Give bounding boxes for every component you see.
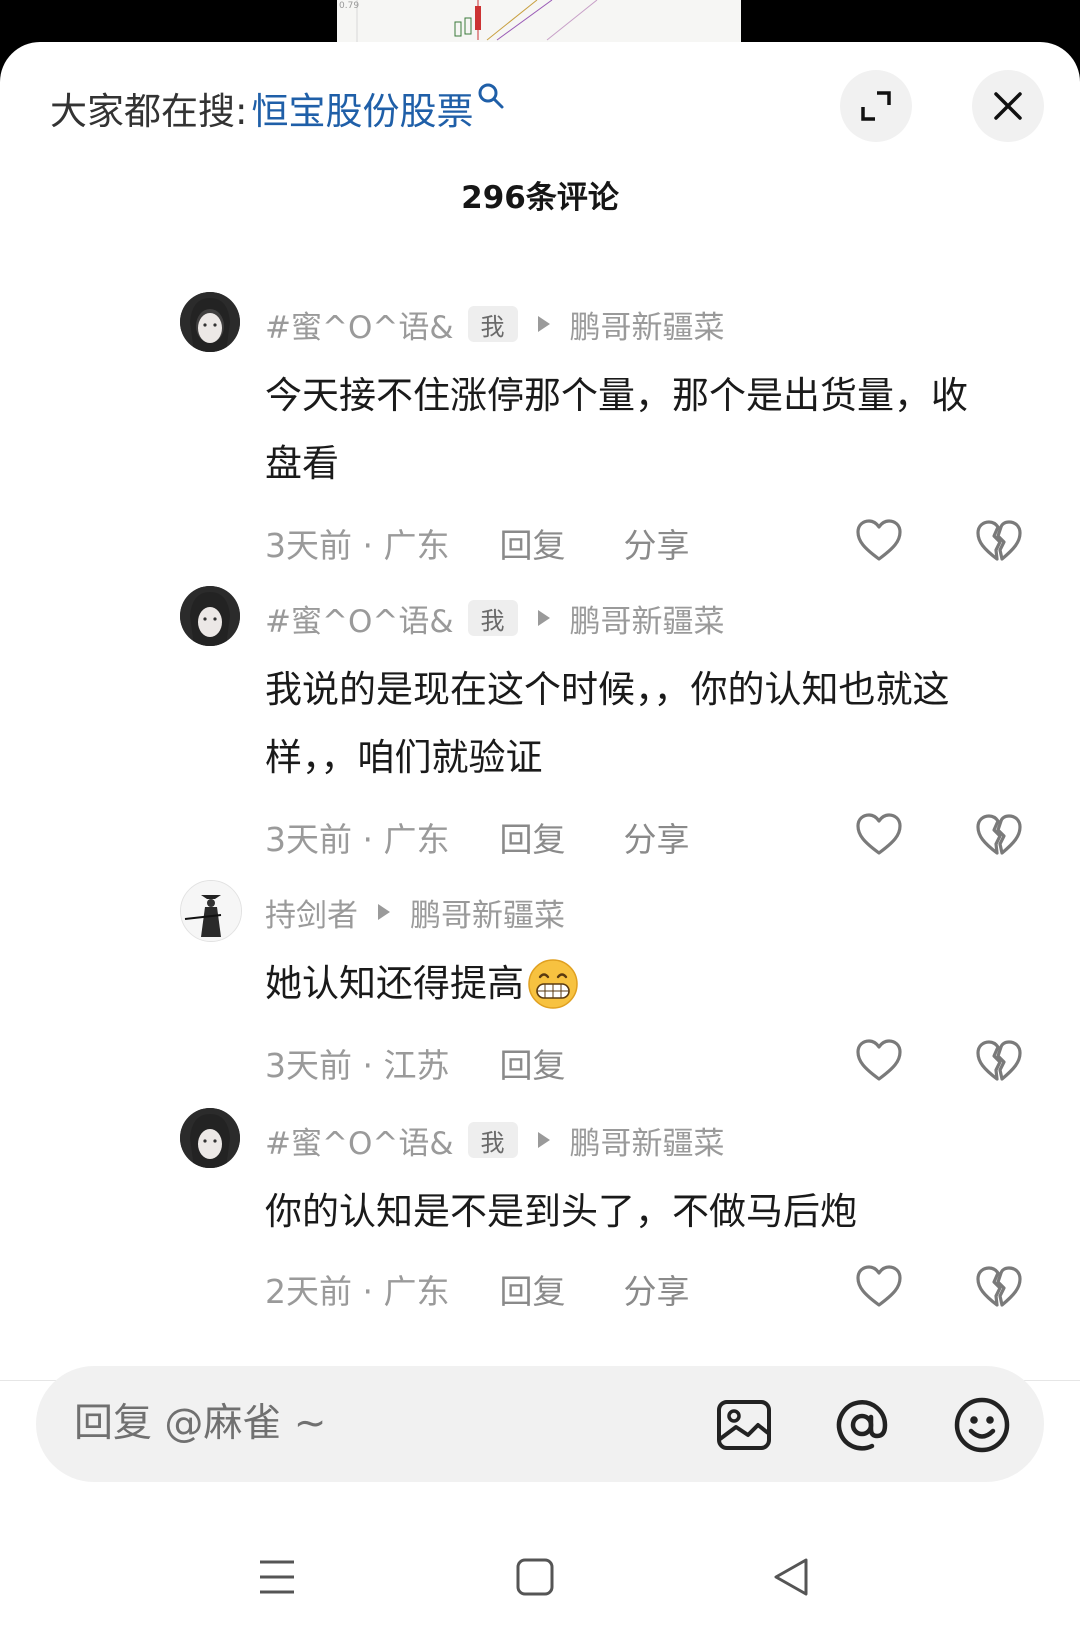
comment-actions: 3天前 · 江苏 回复 [265, 1038, 565, 1088]
broken-heart-icon [976, 520, 1022, 561]
reply-button[interactable]: 回复 [499, 1039, 565, 1087]
emoji-button[interactable] [952, 1395, 1012, 1455]
comment-text: 你的认知是不是到头了，不做马后炮 [265, 1178, 1035, 1246]
comment-actions: 3天前 · 广东 回复 分享 [265, 812, 689, 862]
dislike-button[interactable] [974, 1036, 1024, 1086]
reply-button[interactable]: 回复 [499, 1265, 565, 1313]
reply-arrow-icon [537, 316, 550, 332]
reply-arrow-icon [537, 610, 550, 626]
reply-to-name[interactable]: 鹏哥新疆菜 [570, 302, 725, 347]
author-name[interactable]: #蜜^O^语& [265, 596, 454, 641]
heart-outline-icon [856, 1039, 902, 1081]
expand-button[interactable] [840, 70, 912, 142]
dislike-button[interactable] [974, 810, 1024, 860]
avatar[interactable] [180, 586, 240, 646]
heart-outline-icon [856, 813, 902, 855]
comment-meta: #蜜^O^语& 我 鹏哥新疆菜 [265, 302, 725, 346]
broken-heart-icon [976, 1040, 1022, 1081]
author-name[interactable]: #蜜^O^语& [265, 1118, 454, 1163]
me-badge: 我 [467, 306, 518, 342]
author-name[interactable]: #蜜^O^语& [265, 302, 454, 347]
reply-to-name[interactable]: 鹏哥新疆菜 [570, 1118, 725, 1163]
dislike-button[interactable] [974, 1262, 1024, 1312]
like-button[interactable] [854, 1036, 904, 1086]
avatar[interactable] [180, 292, 240, 352]
close-button[interactable] [972, 70, 1044, 142]
home-square-icon [516, 1558, 554, 1596]
me-badge: 我 [467, 600, 518, 636]
reply-to-name[interactable]: 鹏哥新疆菜 [570, 596, 725, 641]
comment-text: 我说的是现在这个时候，，你的认知也就这 样，，咱们就验证 [265, 656, 1035, 792]
nav-menu-button[interactable] [252, 1552, 302, 1602]
avatar[interactable] [180, 1108, 240, 1168]
comment-line: 今天接不住涨停那个量，那个是出货量，收 [265, 374, 968, 417]
reply-input[interactable]: 回复 @麻雀 ~ [36, 1366, 1044, 1482]
comment-line: 盘看 [265, 442, 339, 485]
reply-button[interactable]: 回复 [499, 519, 565, 567]
search-suggestion[interactable]: 大家都在搜: 恒宝股份股票 [50, 78, 505, 138]
reply-arrow-icon [378, 904, 390, 920]
comment-line: 她认知还得提高 [265, 962, 524, 1005]
time-location: 3天前 · 广东 [265, 820, 450, 859]
at-icon [836, 1400, 888, 1451]
system-nav-bar [0, 1522, 1080, 1632]
like-button[interactable] [854, 810, 904, 860]
menu-icon [260, 1560, 294, 1594]
nav-back-button[interactable] [766, 1552, 816, 1602]
time-location: 3天前 · 江苏 [265, 1046, 450, 1085]
share-button[interactable]: 分享 [623, 519, 689, 567]
comment-actions: 2天前 · 广东 回复 分享 [265, 1264, 689, 1314]
reply-button[interactable]: 回复 [499, 813, 565, 861]
nav-home-button[interactable] [510, 1552, 560, 1602]
comment-meta: 持剑者 鹏哥新疆菜 [265, 890, 565, 934]
share-button[interactable]: 分享 [623, 1265, 689, 1313]
expand-icon [861, 91, 891, 121]
broken-heart-icon [976, 814, 1022, 855]
comment-meta: #蜜^O^语& 我 鹏哥新疆菜 [265, 1118, 725, 1162]
comment-line: 样，，咱们就验证 [265, 736, 543, 779]
image-button[interactable] [714, 1395, 774, 1455]
reply-arrow-icon [537, 1132, 550, 1148]
share-button[interactable]: 分享 [623, 813, 689, 861]
comments-sheet: 大家都在搜: 恒宝股份股票 296条评论 #蜜^O^语& 我 鹏哥新疆菜 今天接… [0, 42, 1080, 1641]
reply-to-name[interactable]: 鹏哥新疆菜 [410, 890, 565, 935]
comment-line: 我说的是现在这个时候，，你的认知也就这 [265, 668, 950, 711]
dislike-button[interactable] [974, 516, 1024, 566]
reply-input-placeholder: 回复 @麻雀 ~ [74, 1401, 327, 1446]
svg-text:0.79: 0.79 [339, 1, 359, 11]
comment-line: 你的认知是不是到头了，不做马后炮 [265, 1190, 857, 1233]
comment-text: 今天接不住涨停那个量，那个是出货量，收 盘看 [265, 362, 1035, 498]
search-prefix: 大家都在搜: [50, 90, 248, 133]
comment-actions: 3天前 · 广东 回复 分享 [265, 518, 689, 568]
search-term-link[interactable]: 恒宝股份股票 [251, 81, 473, 135]
like-button[interactable] [854, 1262, 904, 1312]
emoji-icon [954, 1397, 1010, 1453]
mention-button[interactable] [832, 1395, 892, 1455]
heart-outline-icon [856, 519, 902, 561]
like-button[interactable] [854, 516, 904, 566]
time-location: 2天前 · 广东 [265, 1272, 450, 1311]
image-icon [717, 1400, 771, 1450]
search-icon [478, 83, 504, 109]
grin-emoji [528, 959, 578, 1009]
time-location: 3天前 · 广东 [265, 526, 450, 565]
avatar[interactable] [180, 880, 242, 942]
comment-text: 她认知还得提高 [265, 950, 1035, 1018]
comment-meta: #蜜^O^语& 我 鹏哥新疆菜 [265, 596, 725, 640]
close-icon [994, 92, 1022, 120]
heart-outline-icon [856, 1265, 902, 1307]
author-name[interactable]: 持剑者 [265, 890, 358, 935]
broken-heart-icon [976, 1266, 1022, 1307]
comment-count: 296条评论 [461, 180, 619, 216]
me-badge: 我 [467, 1122, 518, 1158]
back-triangle-icon [774, 1558, 808, 1596]
